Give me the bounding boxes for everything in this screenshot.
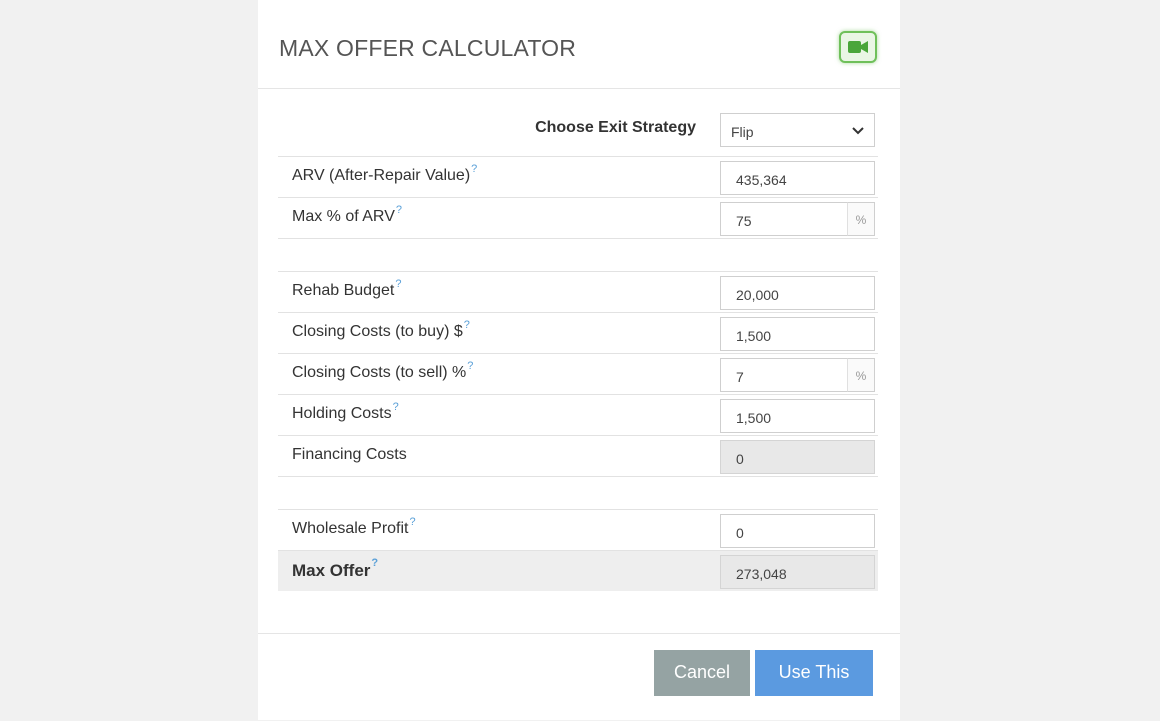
closing-sell-input[interactable]: 7	[720, 358, 848, 392]
rehab-input[interactable]: 20,000	[720, 276, 875, 310]
holding-label: Holding Costs?	[292, 401, 399, 422]
arv-row: ARV (After-Repair Value)? 435,364	[278, 157, 878, 198]
max-offer-modal: MAX OFFER CALCULATOR Choose Exit Strateg…	[258, 0, 900, 720]
modal-footer: Cancel Use This	[258, 633, 900, 721]
max-offer-value: 273,048	[720, 555, 875, 589]
max-offer-row: Max Offer? 273,048	[278, 551, 878, 591]
arv-label: ARV (After-Repair Value)?	[292, 163, 478, 184]
financing-row: Financing Costs 0	[278, 436, 878, 477]
max-pct-row: Max % of ARV? 75 %	[278, 198, 878, 239]
video-camera-icon[interactable]	[839, 31, 877, 63]
wholesale-input[interactable]: 0	[720, 514, 875, 548]
financing-label: Financing Costs	[292, 446, 407, 463]
closing-sell-row: Closing Costs (to sell) %? 7 %	[278, 354, 878, 395]
max-pct-input[interactable]: 75	[720, 202, 848, 236]
help-icon[interactable]: ?	[371, 557, 378, 569]
chevron-down-icon	[852, 127, 864, 135]
wholesale-row: Wholesale Profit? 0	[278, 509, 878, 551]
help-icon[interactable]: ?	[395, 278, 401, 290]
arv-input[interactable]: 435,364	[720, 161, 875, 195]
holding-row: Holding Costs? 1,500	[278, 395, 878, 436]
max-pct-label: Max % of ARV?	[292, 204, 402, 225]
exit-strategy-value: Flip	[731, 124, 754, 140]
rehab-row: Rehab Budget? 20,000	[278, 271, 878, 313]
help-icon[interactable]: ?	[410, 516, 416, 528]
closing-buy-input[interactable]: 1,500	[720, 317, 875, 351]
help-icon[interactable]: ?	[396, 204, 402, 216]
modal-title: MAX OFFER CALCULATOR	[279, 35, 577, 61]
financing-value: 0	[720, 440, 875, 474]
cancel-button[interactable]: Cancel	[654, 650, 750, 696]
use-this-button[interactable]: Use This	[755, 650, 873, 696]
percent-addon: %	[847, 202, 875, 236]
calculator-form: Choose Exit Strategy Flip ARV (After-Rep…	[278, 108, 878, 591]
exit-strategy-row: Choose Exit Strategy Flip	[278, 108, 878, 157]
rehab-label: Rehab Budget?	[292, 278, 402, 299]
closing-buy-label: Closing Costs (to buy) $?	[292, 319, 470, 340]
help-icon[interactable]: ?	[393, 401, 399, 413]
help-icon[interactable]: ?	[471, 163, 477, 175]
modal-header: MAX OFFER CALCULATOR	[258, 0, 900, 89]
holding-input[interactable]: 1,500	[720, 399, 875, 433]
wholesale-label: Wholesale Profit?	[292, 516, 416, 537]
help-icon[interactable]: ?	[464, 319, 470, 331]
help-icon[interactable]: ?	[467, 360, 473, 372]
percent-addon: %	[847, 358, 875, 392]
exit-strategy-label: Choose Exit Strategy	[535, 119, 696, 136]
exit-strategy-select[interactable]: Flip	[720, 113, 875, 147]
closing-buy-row: Closing Costs (to buy) $? 1,500	[278, 313, 878, 354]
closing-sell-label: Closing Costs (to sell) %?	[292, 360, 474, 381]
max-offer-label: Max Offer?	[292, 557, 379, 580]
